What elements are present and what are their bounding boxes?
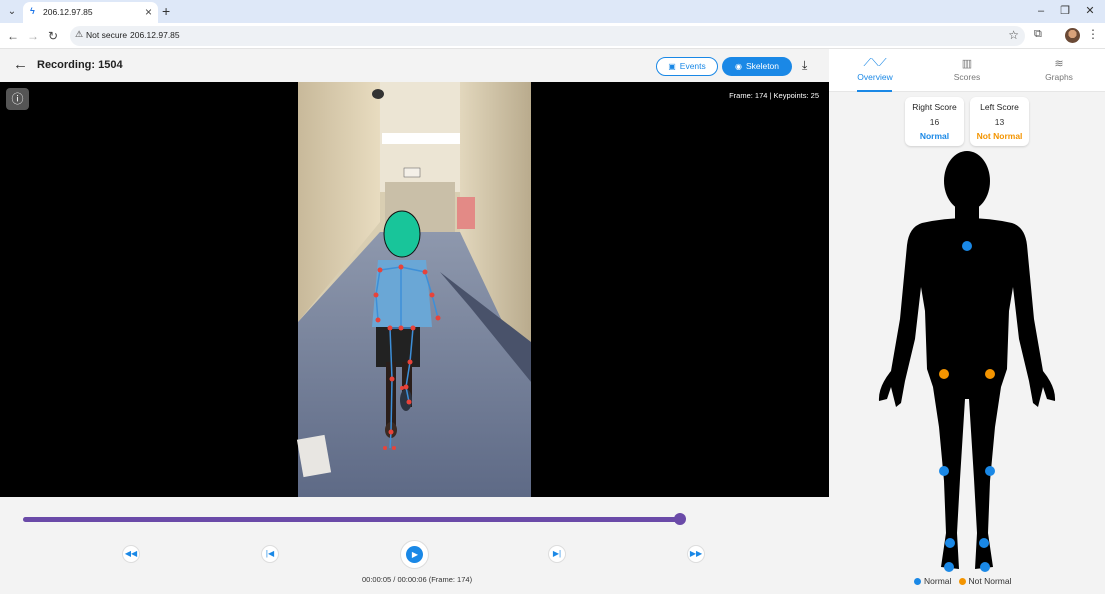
legend-dot-normal — [914, 578, 921, 585]
eye-icon: ◉ — [734, 62, 742, 71]
joint-knee-right[interactable] — [939, 466, 949, 476]
app-header: ← Recording: 1504 ▣ Events ◉ Skeleton ⤓ — [0, 49, 829, 82]
new-tab-icon[interactable]: + — [162, 3, 170, 19]
video-frame — [296, 82, 531, 497]
url-text: 206.12.97.85 — [130, 30, 180, 40]
tab-title: 206.12.97.85 — [43, 7, 93, 17]
minimize-icon[interactable]: – — [1033, 4, 1049, 18]
time-readout: 00:00:05 / 00:00:06 (Frame: 174) — [362, 575, 473, 584]
joint-hip-right[interactable] — [939, 369, 949, 379]
info-icon[interactable]: ⓘ — [6, 88, 29, 110]
favicon-icon: ϟ — [30, 6, 35, 16]
rewind-icon[interactable]: ◀◀ — [122, 545, 140, 563]
bookmark-star-icon[interactable]: ☆ — [1008, 28, 1019, 42]
skeleton-button[interactable]: ◉ Skeleton — [722, 57, 792, 76]
hallway-image — [296, 82, 531, 497]
joint-spine[interactable] — [962, 241, 972, 251]
extensions-icon[interactable]: ⧉ — [1034, 28, 1042, 41]
timeline-thumb[interactable] — [673, 513, 686, 525]
download-icon[interactable]: ⤓ — [802, 58, 807, 73]
close-window-icon[interactable]: ✕ — [1082, 4, 1098, 18]
face-mask — [383, 210, 421, 258]
events-label: Events — [679, 61, 706, 71]
legend-not-normal-label: Not Normal — [968, 576, 1012, 586]
back-arrow-icon[interactable]: ← — [13, 57, 28, 73]
body-silhouette — [878, 151, 1056, 569]
legend-normal-label: Normal — [924, 576, 952, 586]
timeline-progress — [23, 517, 680, 522]
joint-ankle-right[interactable] — [945, 538, 955, 548]
close-tab-icon[interactable]: × — [145, 5, 152, 19]
play-button[interactable]: ▶ — [400, 540, 429, 569]
browser-tab-bar: ⌄ ϟ 206.12.97.85 × + – ❐ ✕ — [0, 0, 1105, 23]
video-player[interactable]: Frame: 174 | Keypoints: 25 ⓘ — [0, 82, 829, 497]
legend-dot-not-normal — [958, 578, 966, 585]
reload-icon[interactable]: ↻ — [45, 28, 61, 44]
tab-search-icon[interactable]: ⌄ — [3, 3, 21, 20]
skip-previous-icon[interactable]: |◀ — [261, 545, 279, 563]
joint-knee-left[interactable] — [985, 466, 995, 476]
calendar-icon: ▣ — [668, 62, 676, 71]
joint-ankle-left[interactable] — [979, 538, 989, 548]
joint-hip-left[interactable] — [985, 369, 995, 379]
timeline-slider[interactable] — [23, 513, 686, 525]
events-button[interactable]: ▣ Events — [656, 57, 718, 76]
browser-menu-icon[interactable]: ⋮ — [1087, 27, 1099, 41]
profile-avatar[interactable] — [1065, 28, 1080, 43]
joint-foot-left[interactable] — [980, 562, 990, 572]
security-label: Not secure — [86, 30, 128, 40]
page-title: Recording: 1504 — [37, 59, 123, 71]
restore-icon[interactable]: ❐ — [1057, 4, 1073, 18]
playback-controls: ◀◀ |◀ ▶ ▶| ▶▶ 00:00:05 / 00:00:06 (Frame… — [0, 497, 829, 594]
forward-icon[interactable]: → — [25, 28, 41, 44]
skip-next-icon[interactable]: ▶| — [548, 545, 566, 563]
frame-info: Frame: 174 | Keypoints: 25 — [729, 91, 819, 100]
body-diagram — [878, 151, 1056, 572]
play-icon: ▶ — [406, 546, 423, 563]
browser-tab[interactable]: ϟ 206.12.97.85 × — [23, 2, 158, 23]
analysis-panel: ⟋⟍⟋ Overview ▥ Scores ≋ Graphs Right Sco… — [829, 49, 1105, 594]
legend: Normal Not Normal — [914, 576, 1011, 586]
fast-forward-icon[interactable]: ▶▶ — [687, 545, 705, 563]
back-icon[interactable]: ← — [5, 28, 21, 44]
address-bar[interactable]: ⚠ Not secure 206.12.97.85 ☆ — [70, 26, 1025, 46]
browser-toolbar: ← → ↻ ⚠ Not secure 206.12.97.85 ☆ ⧉ ⋮ — [0, 23, 1105, 49]
skeleton-label: Skeleton — [745, 61, 780, 71]
warning-icon: ⚠ — [75, 29, 84, 39]
joint-foot-right[interactable] — [944, 562, 954, 572]
